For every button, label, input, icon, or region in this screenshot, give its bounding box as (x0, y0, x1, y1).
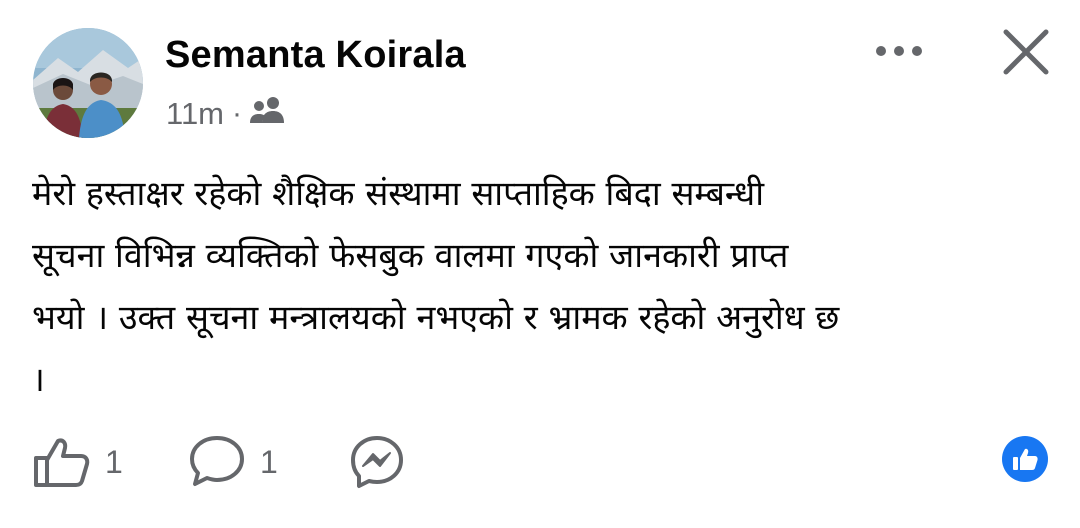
messenger-icon (351, 436, 403, 488)
like-button[interactable]: 1 (33, 430, 123, 494)
post-text: मेरो हस्ताक्षर रहेको शैक्षिक संस्थामा सा… (32, 174, 840, 400)
more-options-button[interactable] (874, 32, 924, 70)
comment-button[interactable]: 1 (188, 430, 278, 494)
comment-bubble-icon (190, 436, 244, 486)
comment-count: 1 (260, 443, 278, 480)
author-name[interactable]: Semanta Koirala (165, 34, 466, 77)
avatar[interactable] (33, 28, 143, 138)
close-button[interactable] (1002, 28, 1050, 76)
more-options-icon (876, 46, 922, 56)
like-reaction-badge[interactable] (1002, 436, 1048, 482)
post-actions: 1 1 (0, 430, 1080, 494)
post-timestamp[interactable]: 11m (166, 96, 224, 132)
like-count: 1 (105, 443, 123, 480)
avatar-photo (33, 28, 143, 138)
post-meta: 11m · (166, 94, 286, 134)
close-icon (1003, 29, 1049, 75)
thumbs-up-reaction-icon (1013, 448, 1038, 470)
send-messenger-button[interactable] (349, 430, 405, 494)
thumbs-up-icon (34, 438, 90, 487)
friends-icon[interactable] (250, 96, 286, 132)
meta-separator: · (232, 97, 243, 130)
